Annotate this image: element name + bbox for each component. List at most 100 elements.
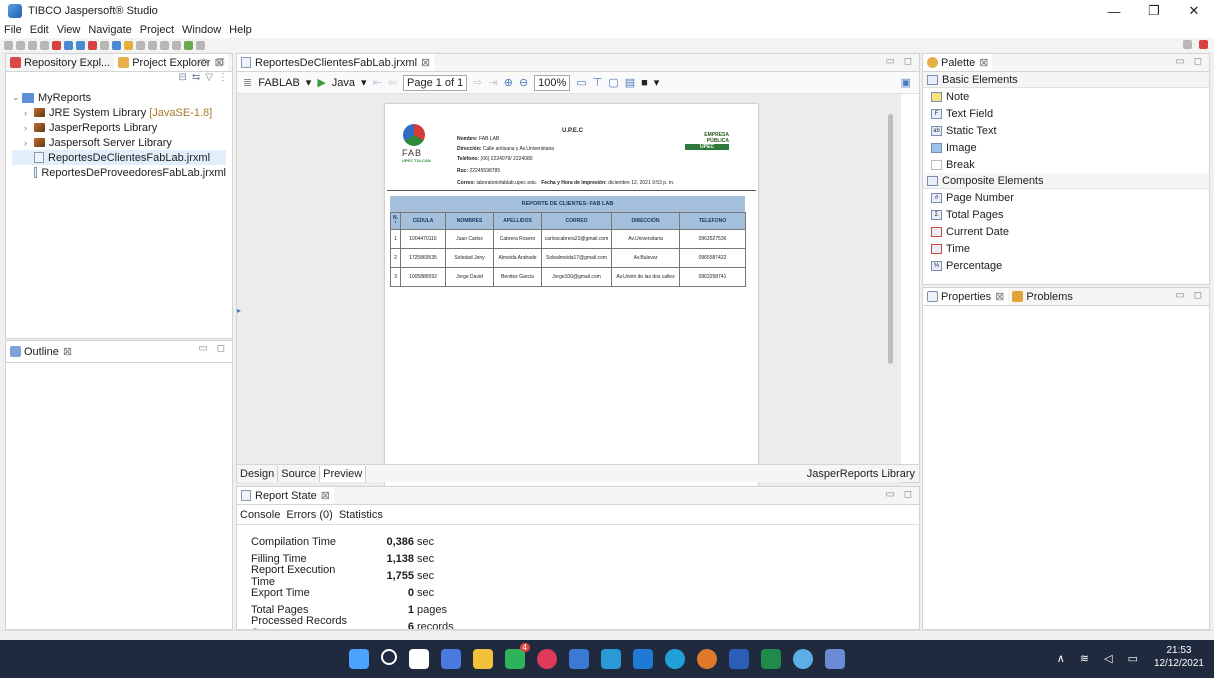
adapter-icon[interactable] — [100, 40, 109, 50]
close-tab-icon[interactable]: ⊠ — [321, 489, 330, 502]
close-button[interactable]: ✕ — [1174, 0, 1214, 22]
tab-palette[interactable]: Palette ⊠ — [923, 54, 993, 71]
view-controls[interactable]: ▭ ◻ — [1175, 56, 1205, 67]
menu-help[interactable]: Help — [229, 24, 252, 36]
palette-item-text-field[interactable]: F Text Field — [923, 105, 1209, 122]
file-explorer-icon[interactable] — [473, 649, 493, 669]
menu-window[interactable]: Window — [182, 24, 221, 36]
menu-file[interactable]: File — [4, 24, 22, 36]
start-icon[interactable] — [349, 649, 369, 669]
save-all-icon[interactable] — [28, 40, 37, 50]
tree-item-proveedores-report[interactable]: ReportesDeProveedoresFabLab.jrxml — [12, 165, 226, 180]
minimize-button[interactable]: — — [1094, 0, 1134, 22]
language-select[interactable]: Java — [332, 77, 355, 89]
palette-item-current-date[interactable]: Current Date — [923, 223, 1209, 240]
view-controls[interactable]: ▭ ◻ — [885, 56, 915, 67]
tree-item-clientes-report[interactable]: ReportesDeClientesFabLab.jrxml — [12, 150, 226, 165]
tab-statistics[interactable]: Statistics — [339, 509, 383, 521]
export-menu-icon[interactable]: ▤ — [625, 76, 635, 89]
restore-button[interactable]: ❐ — [1134, 0, 1174, 22]
store-icon[interactable] — [569, 649, 589, 669]
palette-item-static-text[interactable]: ab Static Text — [923, 122, 1209, 139]
mail-icon[interactable] — [633, 649, 653, 669]
search-icon[interactable] — [112, 40, 121, 50]
palette-item-percentage[interactable]: % Percentage — [923, 257, 1209, 274]
first-page-icon[interactable]: ⇤ — [373, 76, 382, 89]
last-page-icon[interactable]: ⇥ — [489, 76, 498, 89]
view-controls[interactable]: ▭ ◻ — [198, 56, 228, 67]
whatsapp-icon[interactable]: 4 — [505, 643, 530, 669]
search-icon[interactable] — [381, 649, 397, 665]
menu-project[interactable]: Project — [140, 24, 174, 36]
tab-preview[interactable]: Preview — [320, 465, 367, 482]
side-toggle-icon[interactable]: ▸ — [237, 306, 241, 315]
pen-icon[interactable] — [124, 40, 133, 50]
collapse-icon[interactable]: › — [24, 108, 34, 118]
debug-icon[interactable] — [52, 40, 61, 50]
chrome-icon[interactable] — [537, 649, 557, 669]
tab-outline[interactable]: Outline ⊠ — [6, 342, 77, 361]
zoom-in-icon[interactable]: ⊕ — [504, 76, 513, 89]
tab-editor-report[interactable]: ReportesDeClientesFabLab.jrxml ⊠ — [237, 54, 435, 71]
publish-icon[interactable] — [88, 40, 97, 50]
actual-size-icon[interactable]: ▢ — [608, 76, 618, 89]
collapse-all-icon[interactable]: ⊟ — [179, 72, 187, 86]
annotation-icon[interactable] — [136, 40, 145, 50]
tab-source[interactable]: Source — [278, 465, 321, 482]
dataset-icon[interactable] — [76, 40, 85, 50]
clock[interactable]: 21:53 12/12/2021 — [1154, 644, 1204, 670]
save-icon[interactable] — [16, 40, 25, 50]
tree-item-jre[interactable]: › JRE System Library [JavaSE-1.8] — [12, 105, 226, 120]
collapse-icon[interactable]: › — [24, 138, 34, 148]
palette-item-break[interactable]: Break — [923, 156, 1209, 173]
view-controls[interactable]: ▭ ◻ — [885, 489, 915, 500]
view-controls[interactable]: ▭ ◻ — [1175, 290, 1205, 301]
dropdown-icon[interactable]: ▾ — [306, 76, 312, 89]
close-tab-icon[interactable]: ⊠ — [421, 56, 430, 69]
data-adapter-select[interactable]: FABLAB — [258, 77, 300, 89]
dropdown-icon[interactable]: ▾ — [361, 76, 367, 89]
next-page-icon[interactable]: ⇨ — [473, 76, 482, 89]
snipping-tool-icon[interactable] — [825, 649, 845, 669]
edge-icon[interactable] — [665, 649, 685, 669]
task-view-icon[interactable] — [409, 649, 429, 669]
expand-icon[interactable]: ⌄ — [12, 92, 22, 103]
tab-console[interactable]: Console — [240, 509, 280, 521]
zoom-out-icon[interactable]: ⊖ — [519, 76, 528, 89]
next-annotation-icon[interactable] — [148, 40, 157, 50]
excel-icon[interactable] — [761, 649, 781, 669]
tab-problems[interactable]: Problems — [1008, 288, 1076, 305]
close-tab-icon[interactable]: ⊠ — [63, 345, 72, 358]
palette-section-composite[interactable]: Composite Elements — [923, 173, 1209, 189]
toggle-panel-icon[interactable]: ▣ — [901, 76, 911, 89]
close-tab-icon[interactable]: ⊠ — [995, 290, 1004, 303]
photos-icon[interactable] — [601, 649, 621, 669]
close-tab-icon[interactable]: ⊠ — [979, 56, 988, 69]
open-perspective-icon[interactable] — [184, 40, 193, 50]
tab-properties[interactable]: Properties ⊠ — [923, 288, 1009, 305]
widgets-icon[interactable] — [441, 649, 461, 669]
tab-report-state[interactable]: Report State ⊠ — [237, 487, 334, 504]
dropdown-icon[interactable]: ▾ — [654, 76, 660, 89]
system-tray[interactable]: ∧ ≋ ◁ ▭ — [1057, 652, 1144, 665]
collapse-icon[interactable]: › — [24, 123, 34, 133]
firefox-icon[interactable] — [697, 649, 717, 669]
refresh-icon[interactable] — [196, 40, 205, 50]
link-editor-icon[interactable]: ⇆ — [192, 72, 200, 86]
zoom-select[interactable]: 100% — [534, 74, 571, 91]
fit-page-icon[interactable]: ▭ — [576, 76, 586, 89]
palette-section-basic[interactable]: Basic Elements — [923, 72, 1209, 88]
palette-item-time[interactable]: Time — [923, 240, 1209, 257]
tab-errors[interactable]: Errors (0) — [286, 509, 332, 521]
filter-icon[interactable]: ▽ — [205, 72, 213, 86]
print-icon[interactable] — [40, 40, 49, 50]
view-menu-icon[interactable]: ⋮ — [218, 72, 228, 86]
vertical-scrollbar[interactable] — [888, 114, 893, 364]
menu-view[interactable]: View — [57, 24, 81, 36]
tab-repository-explorer[interactable]: Repository Expl... — [6, 54, 114, 71]
run-icon[interactable]: ▶ — [317, 76, 325, 89]
menu-navigate[interactable]: Navigate — [88, 24, 131, 36]
jaspersoft-taskbar-icon[interactable] — [793, 649, 813, 669]
word-icon[interactable] — [729, 649, 749, 669]
perspective-icon[interactable] — [1183, 40, 1192, 49]
